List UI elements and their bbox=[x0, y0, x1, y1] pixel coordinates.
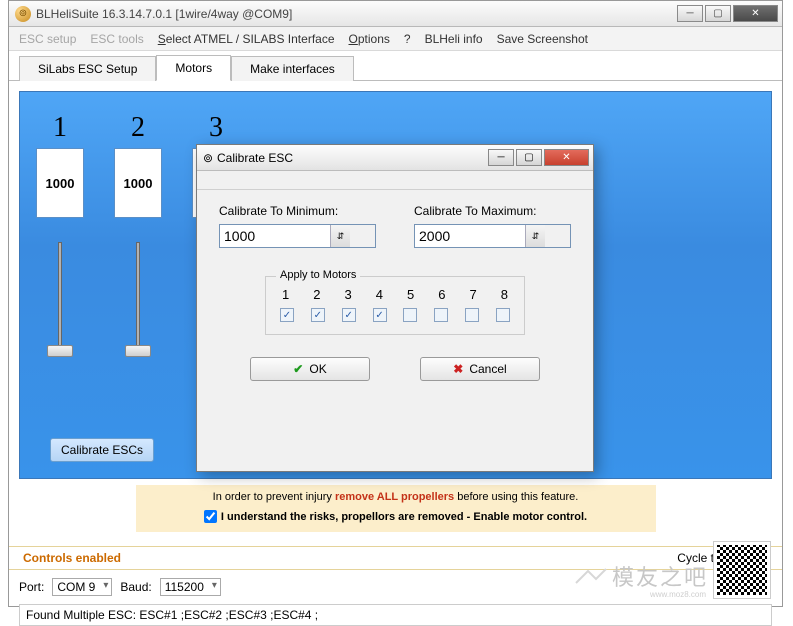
tab-silabs[interactable]: SiLabs ESC Setup bbox=[19, 56, 156, 81]
menu-esc-setup: ESC setup bbox=[19, 32, 76, 46]
dialog-maximize-button[interactable]: ▢ bbox=[516, 149, 542, 166]
menu-options[interactable]: Options bbox=[349, 32, 390, 46]
calibrate-dialog: ⊚ Calibrate ESC ─ ▢ ✕ Calibrate To Minim… bbox=[196, 144, 594, 472]
apply-numbers-row: 1 2 3 4 5 6 7 8 bbox=[278, 285, 512, 308]
ok-button[interactable]: ✔OK bbox=[250, 357, 370, 381]
warning-strip: In order to prevent injury remove ALL pr… bbox=[136, 485, 656, 507]
cross-icon: ✖ bbox=[453, 362, 463, 376]
dialog-titlebar: ⊚ Calibrate ESC ─ ▢ ✕ bbox=[197, 145, 593, 171]
titlebar: ⊚ BLHeliSuite 16.3.14.7.0.1 [1wire/4way … bbox=[9, 1, 782, 27]
slider-thumb[interactable] bbox=[125, 345, 151, 357]
tabstrip: SiLabs ESC Setup Motors Make interfaces bbox=[9, 51, 782, 81]
warning-bold: remove ALL propellers bbox=[335, 491, 454, 503]
motor-checkbox-7[interactable] bbox=[465, 308, 479, 322]
calibrate-max-input-wrap: ⇵ bbox=[414, 224, 571, 248]
app-icon: ⊚ bbox=[15, 6, 31, 22]
motor-col-2: 2 1000 bbox=[114, 112, 162, 352]
motor-checkbox-5[interactable] bbox=[403, 308, 417, 322]
motor-checkbox-8[interactable] bbox=[496, 308, 510, 322]
baud-combo[interactable]: 115200 bbox=[160, 578, 221, 596]
motor-col-1: 1 1000 bbox=[36, 112, 84, 352]
check-icon: ✔ bbox=[293, 362, 303, 376]
menu-blheli-info[interactable]: BLHeli info bbox=[425, 32, 483, 46]
baud-label: Baud: bbox=[120, 580, 151, 594]
calibrate-min-input-wrap: ⇵ bbox=[219, 224, 376, 248]
apply-legend: Apply to Motors bbox=[276, 269, 360, 281]
calibrate-max-input[interactable] bbox=[415, 225, 525, 247]
dialog-minimize-button[interactable]: ─ bbox=[488, 149, 514, 166]
dialog-close-button[interactable]: ✕ bbox=[544, 149, 589, 166]
watermark-url: www.moz8.com bbox=[650, 590, 706, 599]
close-button[interactable]: ✕ bbox=[733, 5, 778, 22]
tab-motors[interactable]: Motors bbox=[156, 55, 231, 81]
menu-esc-tools: ESC tools bbox=[90, 32, 143, 46]
calibrate-min-input[interactable] bbox=[220, 225, 330, 247]
minimize-button[interactable]: ─ bbox=[677, 5, 703, 22]
calibrate-min-label: Calibrate To Minimum: bbox=[219, 204, 376, 218]
port-label: Port: bbox=[19, 580, 44, 594]
menubar: ESC setup ESC tools Select ATMEL / SILAB… bbox=[9, 27, 782, 51]
motor-checkbox-3[interactable] bbox=[342, 308, 356, 322]
motor-checkbox-4[interactable] bbox=[373, 308, 387, 322]
menu-select-interface[interactable]: Select ATMEL / SILABS Interface bbox=[158, 32, 335, 46]
calibrate-max-label: Calibrate To Maximum: bbox=[414, 204, 571, 218]
window-title: BLHeliSuite 16.3.14.7.0.1 [1wire/4way @C… bbox=[36, 7, 292, 21]
warning-post: before using this feature. bbox=[454, 491, 578, 503]
ack-checkbox-label[interactable]: I understand the risks, propellors are r… bbox=[204, 510, 587, 523]
watermark-icon bbox=[574, 565, 608, 587]
dialog-title: Calibrate ESC bbox=[217, 151, 293, 165]
motor-number: 2 bbox=[131, 112, 145, 144]
maximize-button[interactable]: ▢ bbox=[705, 5, 731, 22]
tab-make-interfaces[interactable]: Make interfaces bbox=[231, 56, 354, 81]
calibrate-escs-button[interactable]: Calibrate ESCs bbox=[50, 438, 154, 462]
warning-pre: In order to prevent injury bbox=[213, 491, 335, 503]
apply-checks-row bbox=[278, 308, 512, 322]
footer-status: Found Multiple ESC: ESC#1 ;ESC#2 ;ESC#3 … bbox=[19, 604, 772, 626]
ack-checkbox[interactable] bbox=[204, 510, 217, 523]
menu-save-screenshot[interactable]: Save Screenshot bbox=[497, 32, 588, 46]
watermark: 模友之吧 bbox=[574, 560, 708, 592]
spin-up-down-icon[interactable]: ⇵ bbox=[330, 225, 350, 247]
motor-value: 1000 bbox=[36, 148, 84, 218]
port-combo[interactable]: COM 9 bbox=[52, 578, 112, 596]
cancel-button[interactable]: ✖Cancel bbox=[420, 357, 540, 381]
slider-thumb[interactable] bbox=[47, 345, 73, 357]
ack-text: I understand the risks, propellors are r… bbox=[221, 511, 587, 523]
motor-checkbox-2[interactable] bbox=[311, 308, 325, 322]
motor-slider[interactable] bbox=[136, 242, 140, 352]
spin-up-down-icon[interactable]: ⇵ bbox=[525, 225, 545, 247]
motor-slider[interactable] bbox=[58, 242, 62, 352]
dialog-icon: ⊚ bbox=[203, 151, 217, 165]
apply-to-motors-group: Apply to Motors 1 2 3 4 5 6 7 8 bbox=[265, 276, 525, 335]
ack-row: I understand the risks, propellors are r… bbox=[136, 507, 656, 532]
motor-checkbox-6[interactable] bbox=[434, 308, 448, 322]
motor-number: 3 bbox=[209, 112, 223, 144]
motor-checkbox-1[interactable] bbox=[280, 308, 294, 322]
menu-help[interactable]: ? bbox=[404, 32, 411, 46]
motor-number: 1 bbox=[53, 112, 67, 144]
motor-value: 1000 bbox=[114, 148, 162, 218]
qrcode bbox=[714, 542, 770, 598]
